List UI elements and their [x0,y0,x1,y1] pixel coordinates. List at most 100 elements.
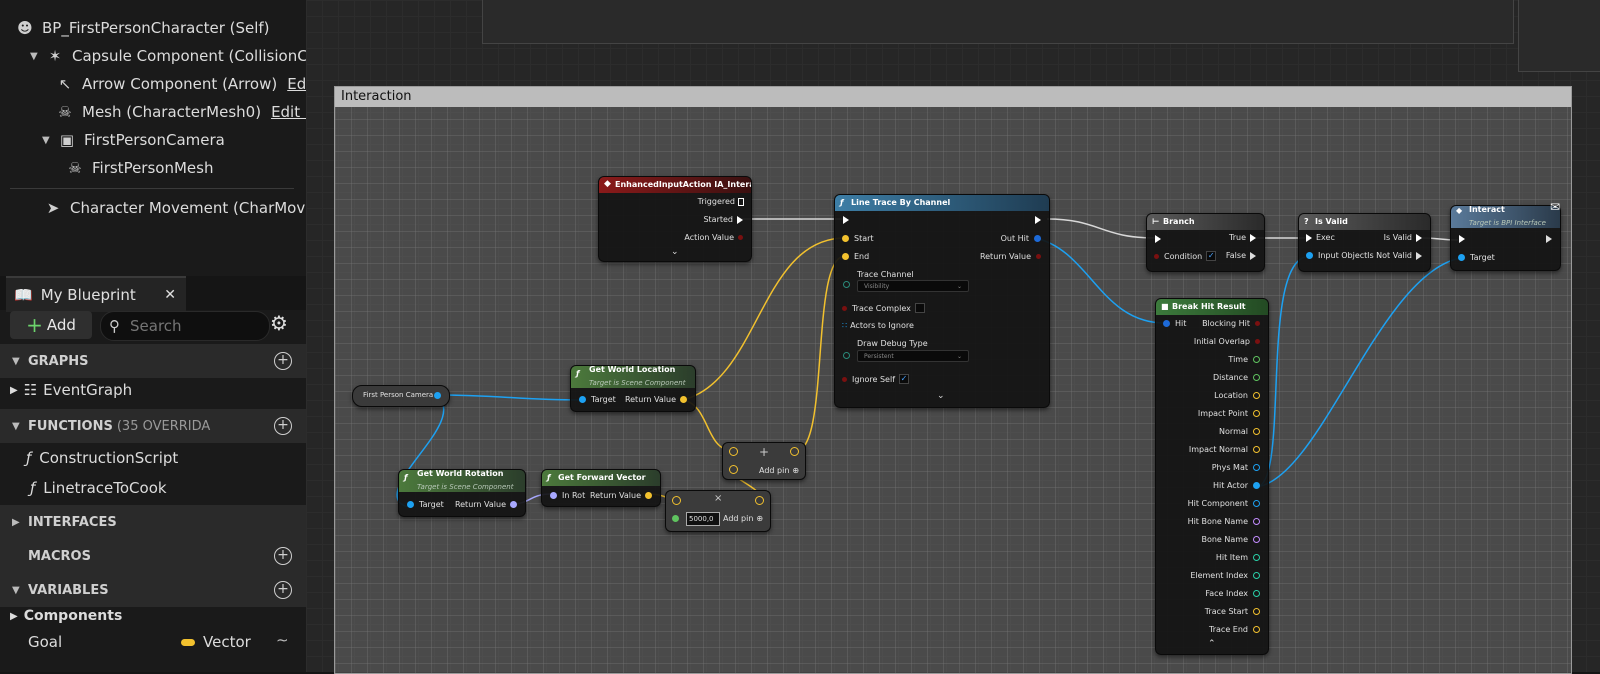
edit-in-link[interactable]: Edit in [271,103,306,121]
vector-pin-icon[interactable] [729,465,738,474]
component-root[interactable]: ☻ BP_FirstPersonCharacter (Self) [16,15,269,41]
add-button[interactable]: + Add [10,311,92,339]
pin-is-not-valid[interactable]: Is Not Valid [1367,251,1422,260]
pin-out-hit[interactable]: Out Hit [1001,234,1041,243]
pin-target[interactable]: Target [407,500,444,509]
pin-in-rot[interactable]: In Rot [550,491,585,500]
pin-return[interactable]: Return Value [980,252,1041,261]
comment-title[interactable]: Interaction [335,87,1571,107]
variable-goal[interactable]: Goal Vector ∼ [28,629,298,655]
pin-face-index[interactable]: Face Index [1205,589,1260,598]
add-function-icon[interactable]: + [274,417,292,435]
node-line-trace[interactable]: ƒ Line Trace By Channel Start End Out Hi… [834,194,1050,408]
pin-impact-point[interactable]: Impact Point [1198,409,1260,418]
pin-trace-start[interactable]: Trace Start [1205,607,1260,616]
pin-trace-complex[interactable]: Trace Complex [842,303,925,313]
vector-pin-icon[interactable] [755,496,764,505]
exec-pin-icon[interactable] [843,216,849,224]
function-linetrace[interactable]: ƒ LinetraceToCook [30,475,167,501]
node-camera-var[interactable]: First Person Camera [352,385,450,407]
pin-bone-name[interactable]: Bone Name [1201,535,1260,544]
component-fpmesh[interactable]: ☠ FirstPersonMesh [66,155,213,181]
pin-return[interactable]: Return Value [625,395,687,404]
pin-true[interactable]: True [1229,233,1256,242]
multiply-value-input[interactable]: 5000,0 [686,512,720,526]
section-interfaces[interactable]: ▶ INTERFACES [0,505,306,539]
add-pin-button[interactable]: Add pin ⊕ [759,466,799,475]
pin-return[interactable]: Return Value [455,500,517,509]
pin-target[interactable]: Target [579,395,616,404]
vector-pin-icon[interactable] [672,496,681,505]
pin-false[interactable]: False [1226,251,1256,260]
node-branch[interactable]: ⊢ Branch True Condition ✓ False [1146,213,1265,272]
pin-hit-actor[interactable]: Hit Actor [1213,481,1260,490]
collapse-arrow-icon[interactable]: ▼ [42,135,52,146]
pin-time[interactable]: Time [1228,355,1260,364]
pin-action-value[interactable]: Action Value [684,233,743,242]
node-add[interactable]: + Add pin ⊕ [722,442,806,480]
pin-start[interactable]: Start [842,234,874,243]
enum-pin-icon[interactable] [843,281,850,288]
pin-phys-mat[interactable]: Phys Mat [1212,463,1260,472]
node-get-world-rotation[interactable]: ƒ Get World Rotation Target is Scene Com… [398,469,526,517]
pin-impact-normal[interactable]: Impact Normal [1189,445,1260,454]
pin-location[interactable]: Location [1214,391,1260,400]
section-functions[interactable]: ▼ FUNCTIONS (35 OVERRIDA + [0,409,306,443]
component-capsule[interactable]: ▼ ✶ Capsule Component (CollisionCy [30,43,306,69]
section-macros[interactable]: MACROS + [0,539,306,573]
component-camera[interactable]: ▼ ▣ FirstPersonCamera [42,127,225,153]
exec-pin-icon[interactable] [1155,235,1161,243]
pin-is-valid[interactable]: Is Valid [1384,233,1422,242]
pin-input-object[interactable]: Input Object [1306,251,1367,260]
enum-pin-icon[interactable] [843,352,850,359]
node-break-hit-result[interactable]: ■ Break Hit Result Hit Blocking Hit Init… [1155,298,1269,655]
trace-channel-dropdown[interactable]: Visibility ⌄ [857,280,969,292]
pin-hit-bone-name[interactable]: Hit Bone Name [1188,517,1260,526]
pin-ignore-self[interactable]: Ignore Self ✓ [842,374,910,384]
search-box[interactable]: ⚲ [100,311,270,341]
pin-triggered[interactable]: Triggered [698,197,744,206]
component-movement[interactable]: ➤ Character Movement (CharMove [44,195,306,221]
pin-blocking-hit[interactable]: Blocking Hit [1202,319,1260,328]
chevron-up-icon[interactable]: ⌃ [1208,639,1216,649]
pin-initial-overlap[interactable]: Initial Overlap [1194,337,1260,346]
node-is-valid[interactable]: ? Is Valid Exec Is Valid Input Object Is… [1298,213,1431,272]
collapse-arrow-icon[interactable]: ▼ [30,51,40,62]
vector-pin-icon[interactable] [790,447,799,456]
chevron-down-icon[interactable]: ⌄ [671,247,679,257]
ignore-self-checkbox[interactable]: ✓ [899,374,910,384]
add-pin-button[interactable]: Add pin ⊕ [723,514,763,523]
node-get-world-location[interactable]: ƒ Get World Location Target is Scene Com… [570,365,696,412]
pin-exec[interactable]: Exec [1306,233,1335,242]
pin-hit[interactable]: Hit [1163,319,1186,328]
pin-trace-end[interactable]: Trace End [1209,625,1260,634]
add-macro-icon[interactable]: + [274,547,292,565]
section-variables[interactable]: ▼ VARIABLES + [0,573,306,607]
draw-debug-dropdown[interactable]: Persistent ⌄ [857,350,969,362]
exec-pin-icon[interactable] [1546,235,1552,243]
pin-condition[interactable]: Condition ✓ [1154,251,1217,261]
exec-pin-icon[interactable] [1035,216,1041,224]
edit-link[interactable]: Edit [287,75,306,93]
trace-complex-checkbox[interactable] [914,303,925,313]
vector-pin-icon[interactable] [729,447,738,456]
graph-eventgraph[interactable]: ▶ ☷ EventGraph [10,377,132,403]
node-interact[interactable]: ◆ Interact Target is BPI Interface Targe… [1450,205,1561,271]
add-variable-icon[interactable]: + [274,581,292,599]
pin-actors-ignore[interactable]: ∷ Actors to Ignore [842,321,914,330]
condition-checkbox[interactable]: ✓ [1206,251,1217,261]
component-mesh[interactable]: ☠ Mesh (CharacterMesh0) Edit in [56,99,306,125]
add-graph-icon[interactable]: + [274,352,292,370]
chevron-down-icon[interactable]: ⌄ [937,391,945,401]
function-construction[interactable]: ƒ ConstructionScript [26,445,178,471]
pin-started[interactable]: Started [703,215,743,224]
float-pin-icon[interactable] [672,515,679,522]
category-components[interactable]: ▶ Components [10,603,122,629]
node-multiply[interactable]: × 5000,0 Add pin ⊕ [665,490,771,532]
eye-icon[interactable]: ∼ [276,631,289,649]
pin-return[interactable]: Return Value [590,491,652,500]
exec-pin-icon[interactable] [1459,235,1465,243]
close-icon[interactable]: ✕ [164,287,176,303]
pin-hit-item[interactable]: Hit Item [1216,553,1260,562]
node-get-forward-vector[interactable]: ƒ Get Forward Vector In Rot Return Value [541,469,661,507]
